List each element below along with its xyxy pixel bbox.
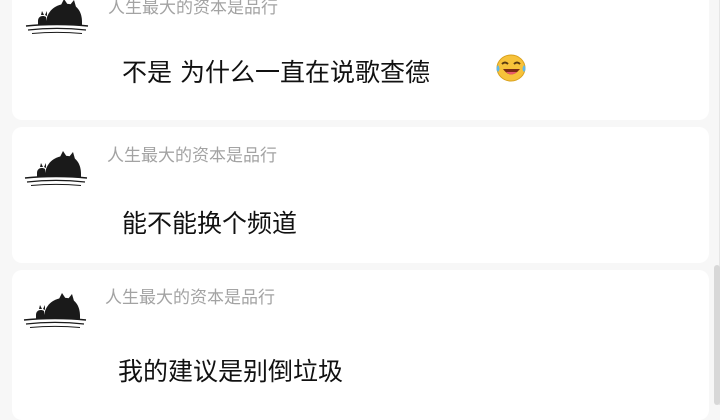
cat-avatar-icon[interactable] xyxy=(22,289,88,329)
comment-username[interactable]: 人生最大的资本是品行 xyxy=(107,141,277,166)
scrollbar[interactable] xyxy=(714,265,720,405)
comment-message: 不是 为什么一直在说歌查德 xyxy=(122,58,430,87)
comment-message: 能不能换个频道 xyxy=(122,209,298,238)
comment-card: 人生最大的资本是品行 不是 为什么一直在说歌查德 xyxy=(12,0,709,120)
comment-message: 我的建议是别倒垃圾 xyxy=(118,357,344,386)
cat-avatar-icon[interactable] xyxy=(23,147,89,187)
laughing-crying-emoji-icon xyxy=(496,54,526,82)
comment-username[interactable]: 人生最大的资本是品行 xyxy=(105,283,275,308)
comment-card: 人生最大的资本是品行 我的建议是别倒垃圾 xyxy=(12,270,709,420)
comment-card: 人生最大的资本是品行 能不能换个频道 xyxy=(12,127,709,263)
comment-username[interactable]: 人生最大的资本是品行 xyxy=(108,0,278,18)
cat-avatar-icon[interactable] xyxy=(24,0,90,35)
